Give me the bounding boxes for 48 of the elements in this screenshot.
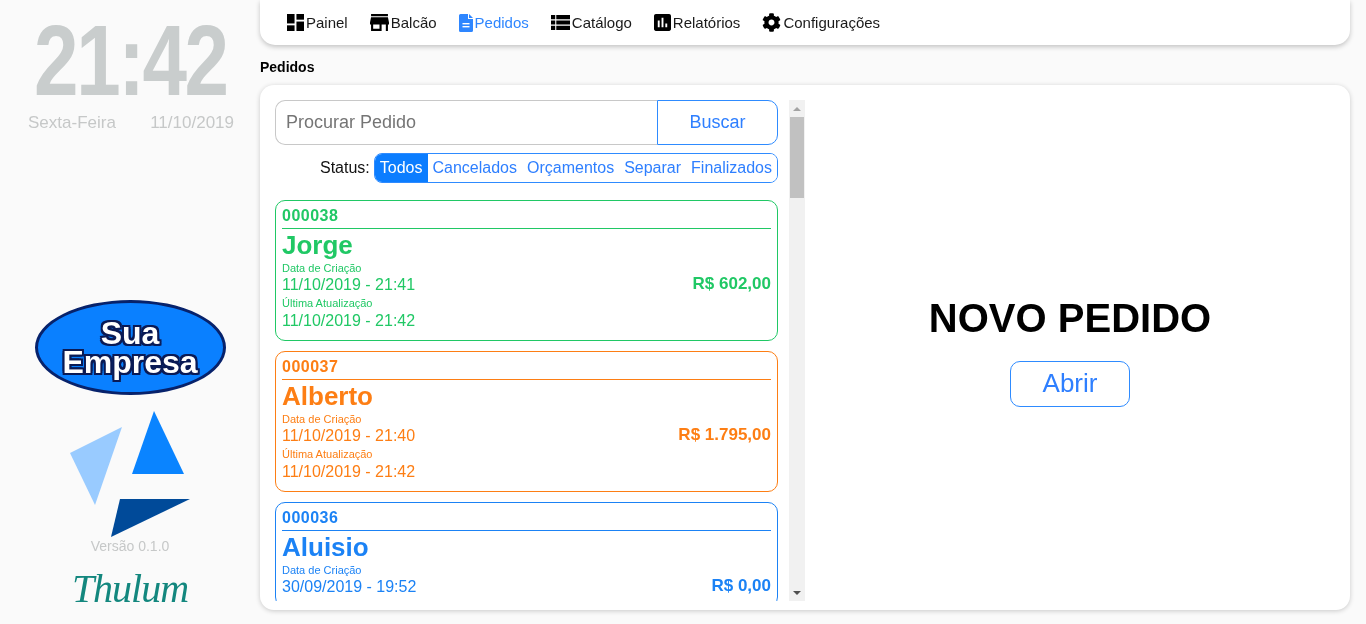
page-title: Pedidos [260, 58, 316, 77]
field-value: 11/10/2019 - 21:42 [282, 462, 416, 482]
status-label: Status: [320, 158, 370, 178]
order-number: 000037 [282, 357, 339, 377]
company-logo: Sua Empresa [34, 300, 226, 395]
search-field[interactable]: Procurar Pedido [275, 100, 657, 145]
nav-tab[interactable]: Catálogo [550, 12, 632, 33]
order-card[interactable]: 000038 Jorge Data de Criação 11/10/2019 - 21:41 Última Atualização 11/10/2019 - 21:42 R$ 602,00 [275, 200, 778, 341]
customer-name: Alberto [282, 380, 373, 412]
field-value: 30/09/2019 - 19:52 [282, 577, 417, 597]
nav-tab[interactable]: Balcão [369, 12, 437, 33]
scrollbar-thumb[interactable] [790, 117, 804, 198]
bar-chart-icon [653, 14, 671, 31]
field-value: 11/10/2019 - 21:41 [282, 275, 416, 295]
nav-tab[interactable]: Pedidos [458, 12, 529, 33]
order-number: 000038 [282, 206, 339, 226]
nav-tab[interactable]: Relatórios [653, 12, 741, 33]
nav-tab[interactable]: Configurações [762, 12, 881, 33]
customer-name: Jorge [282, 229, 353, 261]
list-icon [550, 15, 570, 30]
order-total: R$ 1.795,00 [678, 424, 771, 446]
search-button[interactable]: Buscar [657, 100, 778, 145]
new-order-title: NOVO PEDIDO [928, 294, 1212, 341]
field-label: Data de Criação [282, 412, 362, 426]
customer-name: Aluisio [282, 531, 369, 563]
field-label: Última Atualização [282, 447, 373, 462]
order-number: 000036 [282, 508, 339, 528]
scrollbar-track[interactable] [789, 100, 805, 601]
field-value: 11/10/2019 - 21:40 [282, 426, 416, 446]
order-total: R$ 602,00 [692, 273, 771, 295]
field-label: Data de Criação [282, 563, 362, 577]
status-tab[interactable]: Todos [374, 154, 428, 182]
nav-tab[interactable]: Painel [287, 12, 348, 33]
scroll-down-icon[interactable] [793, 590, 801, 595]
order-card[interactable]: 000036 Aluisio Data de Criação 30/09/2019 - 19:52 R$ 0,00 [275, 502, 778, 601]
field-label: Última Atualização [282, 296, 373, 311]
order-total: R$ 0,00 [711, 575, 771, 597]
field-label: Data de Criação [282, 261, 362, 275]
open-button[interactable]: Abrir [1010, 360, 1130, 407]
document-icon [458, 13, 473, 32]
brand-wordmark: Thulum [71, 567, 189, 611]
settings-icon [762, 13, 782, 32]
field-value: 11/10/2019 - 21:42 [282, 311, 416, 331]
triangles-logo-icon [70, 410, 190, 537]
scroll-up-icon[interactable] [793, 106, 801, 111]
order-card[interactable]: 000037 Alberto Data de Criação 11/10/2019 - 21:40 Última Atualização 11/10/2019 - 21:42 R$ 1.795,00 [275, 351, 778, 492]
dashboard-grid-icon [287, 14, 304, 31]
store-icon [369, 14, 389, 31]
